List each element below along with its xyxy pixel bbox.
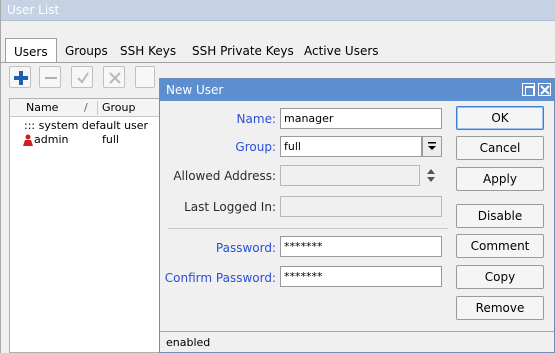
sort-indicator: / — [84, 101, 88, 114]
last-logged-in-label: Last Logged In: — [184, 200, 276, 214]
enable-button[interactable] — [71, 66, 93, 88]
disable-button[interactable] — [103, 66, 125, 88]
cancel-button[interactable]: Cancel — [456, 136, 544, 160]
last-logged-in-field — [280, 196, 442, 217]
user-icon — [23, 134, 33, 146]
user-table: Name / Group ::: system default user adm… — [9, 98, 169, 353]
enable-icon — [77, 72, 89, 84]
name-label: Name: — [236, 112, 276, 126]
copy-button[interactable]: Copy — [456, 265, 544, 289]
row-name: admin — [34, 133, 69, 146]
group-select[interactable]: full — [280, 136, 422, 157]
tab-groups[interactable]: Groups — [65, 40, 108, 63]
form-divider — [168, 228, 448, 229]
group-dropdown-button[interactable] — [422, 136, 442, 157]
remove-button[interactable]: Remove — [456, 296, 544, 320]
tab-active-users[interactable]: Active Users — [304, 40, 379, 63]
column-name[interactable]: Name — [26, 101, 58, 114]
password-label: Password: — [215, 241, 276, 255]
maximize-icon[interactable] — [522, 83, 535, 96]
up-down-arrows-icon[interactable] — [426, 167, 436, 185]
tab-bar: Users Groups SSH Keys SSH Private Keys A… — [5, 38, 555, 63]
column-divider — [97, 101, 98, 115]
table-row[interactable]: admin full — [10, 133, 168, 147]
allowed-address-input[interactable] — [280, 165, 420, 186]
tab-divider — [1, 62, 555, 63]
window-title: User List — [1, 0, 555, 21]
new-user-dialog: New User Name: manager Group: full Allow… — [159, 78, 555, 353]
chevron-down-icon — [428, 142, 436, 150]
ok-button[interactable]: OK — [456, 106, 544, 130]
add-button[interactable] — [9, 66, 31, 88]
confirm-password-label: Confirm Password: — [164, 271, 276, 285]
apply-button[interactable]: Apply — [456, 167, 544, 191]
comment-toolbar-button[interactable] — [135, 66, 155, 88]
remove-button[interactable] — [39, 66, 61, 88]
disable-icon — [109, 72, 121, 84]
disable-button[interactable]: Disable — [456, 204, 544, 228]
table-header: Name / Group — [10, 99, 168, 117]
tab-ssh-private-keys[interactable]: SSH Private Keys — [192, 40, 294, 63]
remove-icon — [45, 77, 57, 79]
add-icon — [14, 71, 28, 85]
dialog-title-bar: New User — [160, 79, 554, 101]
dialog-title: New User — [166, 83, 224, 97]
group-label: Group: — [235, 140, 276, 154]
status-text: enabled — [166, 336, 211, 349]
password-input[interactable]: ******* — [280, 236, 442, 257]
confirm-password-input[interactable]: ******* — [280, 266, 442, 287]
status-bar: enabled — [160, 331, 554, 352]
table-row[interactable]: ::: system default user — [10, 119, 168, 133]
row-group: full — [102, 133, 119, 146]
column-group[interactable]: Group — [102, 101, 136, 114]
row-comment: ::: system default user — [24, 119, 149, 132]
close-icon[interactable] — [538, 83, 551, 96]
comment-button[interactable]: Comment — [456, 234, 544, 258]
tab-users[interactable]: Users — [5, 38, 57, 62]
name-input[interactable]: manager — [280, 108, 442, 129]
allowed-address-label: Allowed Address: — [173, 169, 276, 183]
tab-ssh-keys[interactable]: SSH Keys — [120, 40, 176, 63]
